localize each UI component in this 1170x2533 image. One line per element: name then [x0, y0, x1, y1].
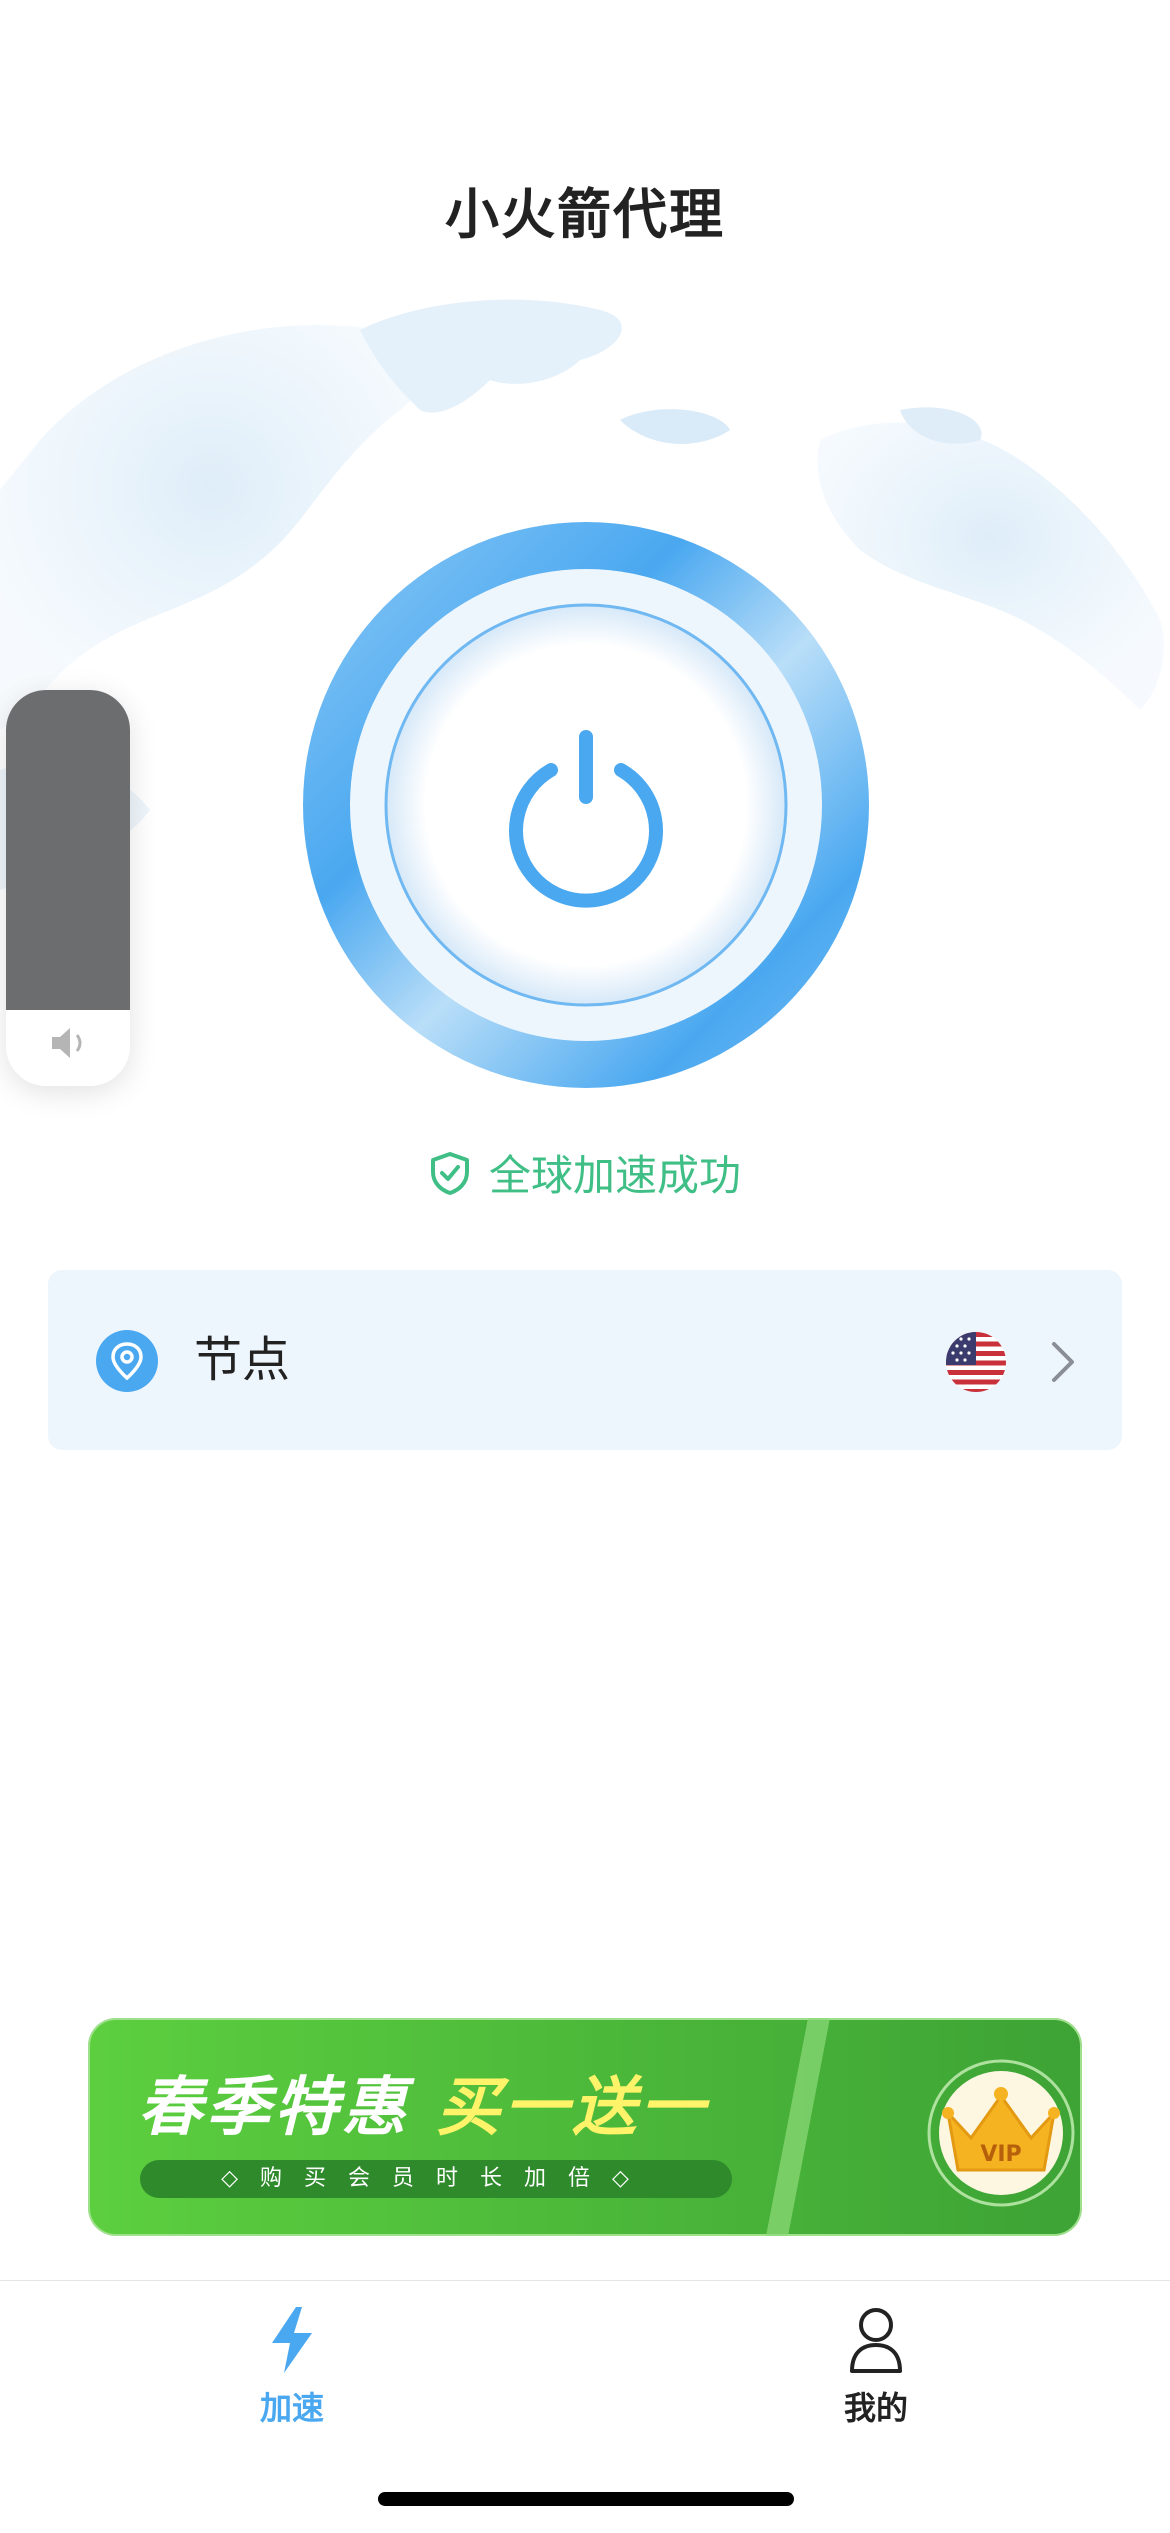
us-flag-icon [946, 1332, 1006, 1392]
connect-power-button[interactable] [303, 522, 869, 1088]
status-text: 全球加速成功 [488, 1151, 741, 1200]
tab-mine[interactable]: 我的 [776, 2305, 976, 2429]
vip-promo-banner[interactable]: 春季特惠 买一送一 ◇购买会员时长加倍◇ VIP [88, 2018, 1082, 2236]
tab-accelerate-label: 加速 [259, 2389, 324, 2427]
vip-badge-text: VIP [980, 2142, 1021, 2167]
lightning-icon [272, 2307, 312, 2373]
chevron-right-icon [1052, 1342, 1074, 1382]
home-indicator[interactable] [378, 2492, 794, 2506]
banner-headline-part2: 买一送一 [436, 2071, 709, 2145]
shield-check-icon [430, 1151, 469, 1195]
user-icon [850, 2308, 902, 2373]
app-title: 小火箭代理 [445, 183, 725, 246]
volume-hud [6, 690, 130, 1086]
location-pin-icon [96, 1330, 158, 1392]
connection-status: 全球加速成功 [0, 1142, 1170, 1203]
node-label: 节点 [194, 1332, 291, 1388]
banner-headline-part1: 春季特惠 [138, 2071, 410, 2145]
speaker-icon [52, 1028, 82, 1058]
node-selector[interactable]: 节点 [48, 1270, 1122, 1450]
banner-subline: ◇购买会员时长加倍◇ [140, 2160, 732, 2198]
tab-mine-label: 我的 [843, 2389, 908, 2427]
volume-level-fill [6, 690, 130, 1010]
banner-headline: 春季特惠 买一送一 [138, 2056, 708, 2148]
vip-crown-icon: VIP [927, 2059, 1075, 2207]
tab-accelerate[interactable]: 加速 [192, 2305, 392, 2429]
